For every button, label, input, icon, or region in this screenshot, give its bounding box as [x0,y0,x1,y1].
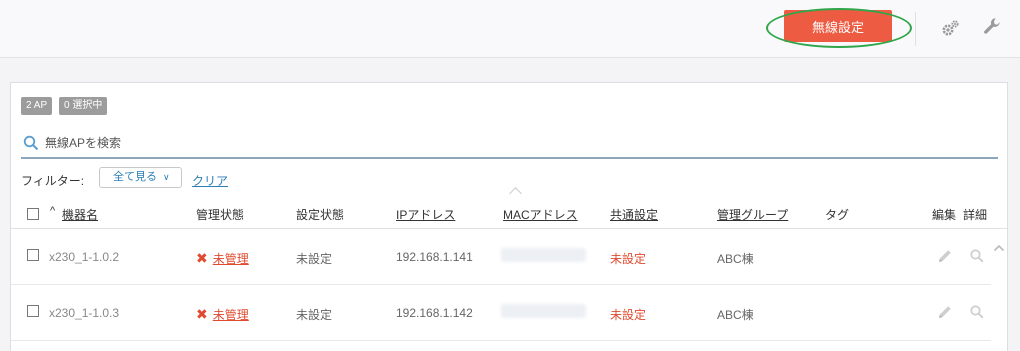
mac-address-redacted [501,304,586,318]
wireless-settings-button[interactable]: 無線設定 [784,10,892,42]
close-icon: ✖ [196,306,208,322]
column-header-name[interactable]: 機器名 [62,206,98,223]
pencil-icon[interactable] [937,304,953,320]
table-row[interactable]: x230_1-1.0.3 ✖ 未管理 未設定 192.168.1.142 未設定 … [11,285,991,341]
device-name: x230_1-1.0.3 [49,306,120,320]
column-header-mac[interactable]: MACアドレス [503,206,578,223]
ap-count-badge: 2 AP [21,97,53,115]
search-icon [23,135,39,151]
row-checkbox[interactable] [27,305,39,317]
management-group: ABC棟 [717,252,754,266]
pencil-icon[interactable] [937,248,953,264]
management-status[interactable]: ✖ 未管理 [196,306,249,323]
table-row[interactable]: x230_1-1.0.2 ✖ 未管理 未設定 192.168.1.141 未設定 … [11,229,991,285]
column-header-tag: タグ [825,208,850,222]
device-name: x230_1-1.0.2 [49,250,120,264]
table-header: ^ 機器名 管理状態 設定状態 IPアドレス MACアドレス 共通設定 管理グル… [11,187,1007,229]
ip-address: 192.168.1.141 [396,250,473,264]
management-status[interactable]: ✖ 未管理 [196,250,249,267]
wrench-icon[interactable] [982,16,1004,40]
column-header-group[interactable]: 管理グループ [717,206,788,223]
magnifier-icon[interactable] [969,248,985,264]
close-icon: ✖ [196,250,208,266]
row-checkbox[interactable] [27,249,39,261]
ip-address: 192.168.1.142 [396,306,473,320]
magnifier-icon[interactable] [969,304,985,320]
selected-count-badge: 0 選択中 [59,97,108,115]
management-status-label[interactable]: 未管理 [213,252,249,266]
column-pointer [509,187,522,200]
filter-clear-link[interactable]: クリア [192,172,228,189]
filter-selected-value: 全て見る [113,171,157,183]
gears-icon[interactable] [940,18,960,40]
column-header-edit: 編集 [932,208,957,222]
column-header-management: 管理状態 [196,208,245,222]
column-header-config: 設定状態 [296,208,345,222]
top-bar: 無線設定 [0,0,1020,58]
sort-ascending-icon[interactable]: ^ [50,205,55,217]
search-bar [21,131,998,159]
chevron-down-icon: ∨ [163,172,170,182]
scroll-up-icon[interactable] [993,243,1005,253]
config-status: 未設定 [296,308,333,322]
management-status-label[interactable]: 未管理 [213,308,249,322]
management-group: ABC棟 [717,308,754,322]
access-point-panel: 2 AP 0 選択中 フィルター: 全て見る ∨ クリア ^ 機器名 管理状態 設… [10,82,1008,351]
column-header-details: 詳細 [963,208,988,222]
common-config-status: 未設定 [610,252,647,266]
search-input[interactable] [45,134,645,152]
mac-address-redacted [501,248,586,262]
config-status: 未設定 [296,252,333,266]
select-all-checkbox[interactable] [27,208,39,220]
column-header-ip[interactable]: IPアドレス [396,206,455,223]
common-config-status: 未設定 [610,308,647,322]
column-header-common[interactable]: 共通設定 [610,206,658,223]
filter-dropdown[interactable]: 全て見る ∨ [99,167,182,188]
toolbar-divider [915,12,916,46]
filter-label: フィルター: [21,174,85,188]
